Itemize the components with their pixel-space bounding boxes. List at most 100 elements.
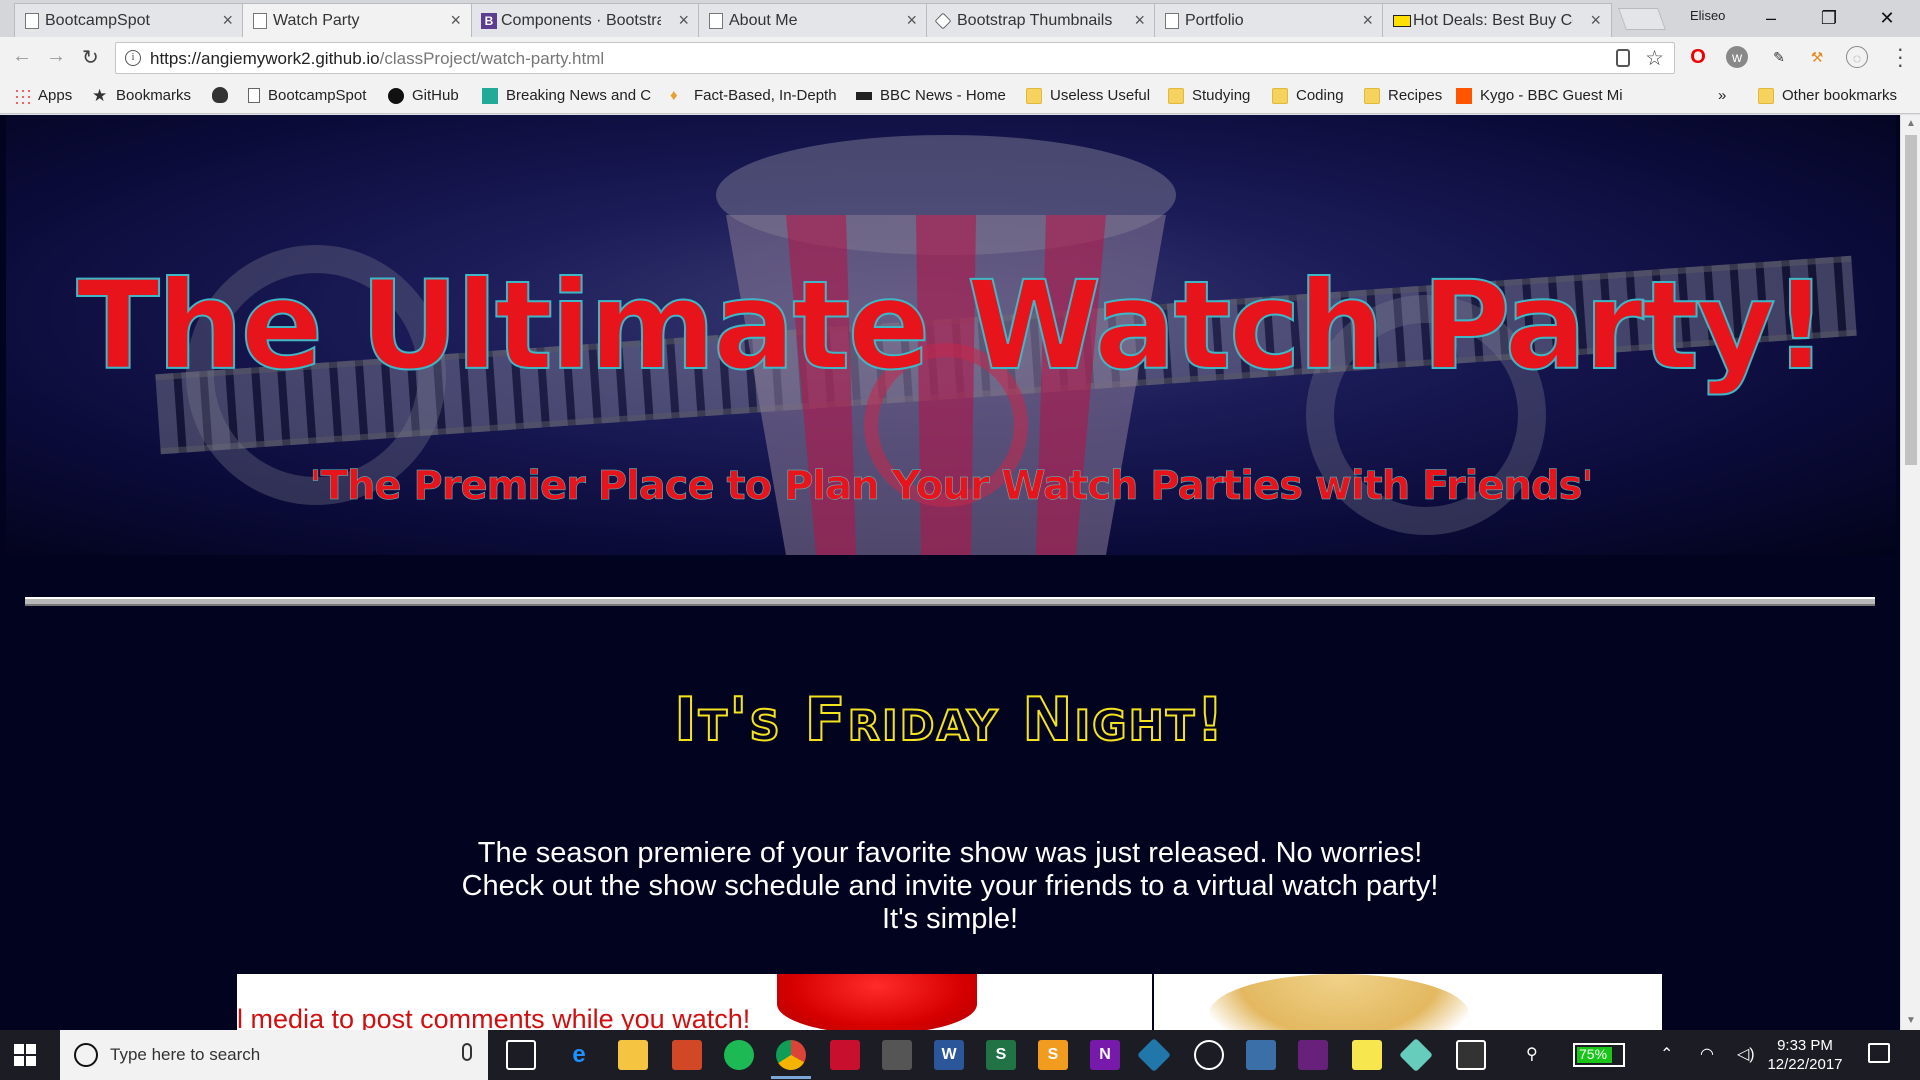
url-text[interactable]: https://angiemywork2.github.io/classProj… — [150, 49, 604, 69]
page-icon — [25, 13, 39, 29]
sublime-icon[interactable]: S — [1038, 1040, 1068, 1070]
battery-indicator[interactable]: 75% — [1573, 1043, 1625, 1067]
wifi-icon[interactable]: ◠ — [1700, 1044, 1714, 1064]
bookmark-studying[interactable]: Studying — [1168, 87, 1250, 104]
bookmark-github[interactable]: GitHub — [388, 87, 459, 104]
forward-arrow-icon[interactable]: → — [46, 45, 66, 68]
photos-icon[interactable] — [1456, 1040, 1486, 1070]
tab-watch-party[interactable]: Watch Party × — [242, 3, 472, 37]
close-tab-icon[interactable]: × — [1134, 10, 1145, 31]
calculator-icon[interactable] — [882, 1040, 912, 1070]
profile-name[interactable]: Eliseo — [1690, 8, 1725, 23]
back-arrow-icon[interactable]: ← — [12, 45, 32, 68]
file-explorer-icon[interactable] — [618, 1040, 648, 1070]
opera-icon[interactable]: O — [1687, 46, 1709, 68]
url-host: https://angiemywork2.github.io — [150, 49, 380, 68]
bookmark-apps[interactable]: Apps — [14, 87, 72, 104]
bookmark-star-icon[interactable]: ☆ — [1645, 46, 1664, 71]
bookmark-breaking-news[interactable]: Breaking News and C — [482, 87, 651, 104]
tab-bootstrap-thumbnails[interactable]: Bootstrap Thumbnails × — [926, 3, 1156, 37]
page-scrollbar[interactable]: ▲ ▼ — [1900, 115, 1920, 1030]
close-tab-icon[interactable]: × — [906, 10, 917, 31]
wikiwand-icon[interactable]: w — [1726, 46, 1748, 68]
bookmark-useless-useful[interactable]: Useless Useful — [1026, 87, 1150, 104]
bookmark-bootcampspot[interactable]: BootcampSpot — [248, 87, 366, 104]
scroll-down-icon[interactable]: ▼ — [1906, 1015, 1916, 1026]
onenote-icon[interactable]: N — [1090, 1040, 1120, 1070]
tab-best-buy[interactable]: Hot Deals: Best Buy Co × — [1382, 3, 1612, 37]
tab-about-me[interactable]: About Me × — [698, 3, 928, 37]
app-diamond-icon[interactable] — [1399, 1038, 1433, 1072]
person-photo — [1209, 974, 1469, 1030]
bookmark-other[interactable]: Other bookmarks — [1758, 87, 1897, 104]
blocked-content-icon[interactable] — [1616, 49, 1630, 67]
bookmark-label: Breaking News and C — [506, 87, 652, 104]
close-tab-icon[interactable]: × — [678, 10, 689, 31]
scrollbar-thumb[interactable] — [1905, 135, 1917, 465]
chrome-icon[interactable] — [776, 1040, 806, 1070]
edge-icon[interactable]: e — [564, 1040, 594, 1070]
bookmark-kygo[interactable]: Kygo - BBC Guest Mi — [1456, 87, 1623, 104]
folder-icon — [1026, 87, 1042, 104]
chevron-up-icon[interactable]: ⌃ — [1660, 1044, 1673, 1064]
extension-circle-icon[interactable]: ◌ — [1846, 46, 1868, 68]
reader-icon[interactable] — [830, 1040, 860, 1070]
close-tab-icon[interactable]: × — [1362, 10, 1373, 31]
web-page: The Ultimate Watch Party! 'The Premier P… — [0, 115, 1900, 1030]
section-heading: It's Friday Night! — [673, 684, 1226, 756]
bookmark-label: Other bookmarks — [1782, 87, 1898, 104]
github-icon — [388, 87, 404, 104]
close-tab-icon[interactable]: × — [1590, 10, 1601, 31]
minimize-icon[interactable]: – — [1748, 4, 1794, 32]
address-bar[interactable]: i https://angiemywork2.github.io/classPr… — [115, 42, 1675, 74]
visual-studio-icon[interactable] — [1298, 1040, 1328, 1070]
task-view-icon[interactable] — [506, 1040, 536, 1070]
bookmark-bbc-news[interactable]: BBC News - Home — [856, 87, 1006, 104]
site-info-icon[interactable]: i — [125, 50, 141, 66]
sway-icon[interactable]: S — [986, 1040, 1016, 1070]
close-tab-icon[interactable]: × — [222, 10, 233, 31]
spotify-icon[interactable] — [724, 1040, 754, 1070]
bookmark-bug[interactable] — [212, 87, 236, 103]
gitkraken-icon[interactable] — [1137, 1038, 1171, 1072]
feature-card-image — [1154, 974, 1662, 1030]
scroll-up-icon[interactable]: ▲ — [1906, 118, 1916, 129]
people-icon[interactable]: ⚲ — [1526, 1044, 1538, 1064]
tab-bootcampspot[interactable]: BootcampSpot × — [14, 3, 244, 37]
action-center-icon[interactable] — [1868, 1043, 1890, 1063]
restore-icon[interactable]: ❐ — [1806, 4, 1852, 32]
network-drive-icon[interactable] — [1246, 1040, 1276, 1070]
windows-start-icon[interactable] — [14, 1044, 36, 1066]
search-placeholder: Type here to search — [110, 1045, 261, 1064]
taskbar-search-box[interactable]: Type here to search — [60, 1030, 488, 1080]
microphone-icon[interactable] — [462, 1043, 472, 1061]
tab-components-bootstrap[interactable]: B Components · Bootstra × — [470, 3, 700, 37]
page-icon — [253, 13, 267, 29]
new-tab-button[interactable] — [1617, 8, 1667, 30]
bookmark-label: Useless Useful — [1050, 87, 1151, 104]
bookmark-bookmarks[interactable]: ★ Bookmarks — [92, 87, 191, 105]
tab-portfolio[interactable]: Portfolio × — [1154, 3, 1384, 37]
diamond-icon — [934, 12, 952, 30]
bestbuy-icon — [1393, 15, 1411, 27]
word-icon[interactable]: W — [934, 1040, 964, 1070]
bookmark-fact-based[interactable]: ♦ Fact-Based, In-Depth — [670, 87, 837, 104]
tab-title: Watch Party — [273, 11, 360, 29]
hammer-icon[interactable]: ⚒ — [1806, 46, 1828, 68]
sticky-notes-icon[interactable] — [1352, 1040, 1382, 1070]
system-clock[interactable]: 9:33 PM 12/22/2017 — [1760, 1036, 1850, 1074]
menu-dots-icon[interactable]: · · · — [1897, 38, 1904, 76]
ppt-icon[interactable] — [672, 1040, 702, 1070]
bookmark-label: GitHub — [412, 87, 459, 104]
folder-icon — [1272, 87, 1288, 104]
volume-icon[interactable]: ◁) — [1737, 1044, 1755, 1064]
eyedropper-icon[interactable]: ✎ — [1768, 46, 1790, 68]
bookmarks-overflow-chevron[interactable]: » — [1718, 87, 1726, 104]
reload-icon[interactable]: ↻ — [82, 45, 99, 70]
bookmark-coding[interactable]: Coding — [1272, 87, 1344, 104]
close-tab-icon[interactable]: × — [450, 10, 461, 31]
bookmark-recipes[interactable]: Recipes — [1364, 87, 1442, 104]
globe-icon[interactable] — [1194, 1040, 1224, 1070]
close-window-icon[interactable]: ✕ — [1864, 4, 1910, 32]
intro-line: It's simple! — [881, 903, 1019, 935]
